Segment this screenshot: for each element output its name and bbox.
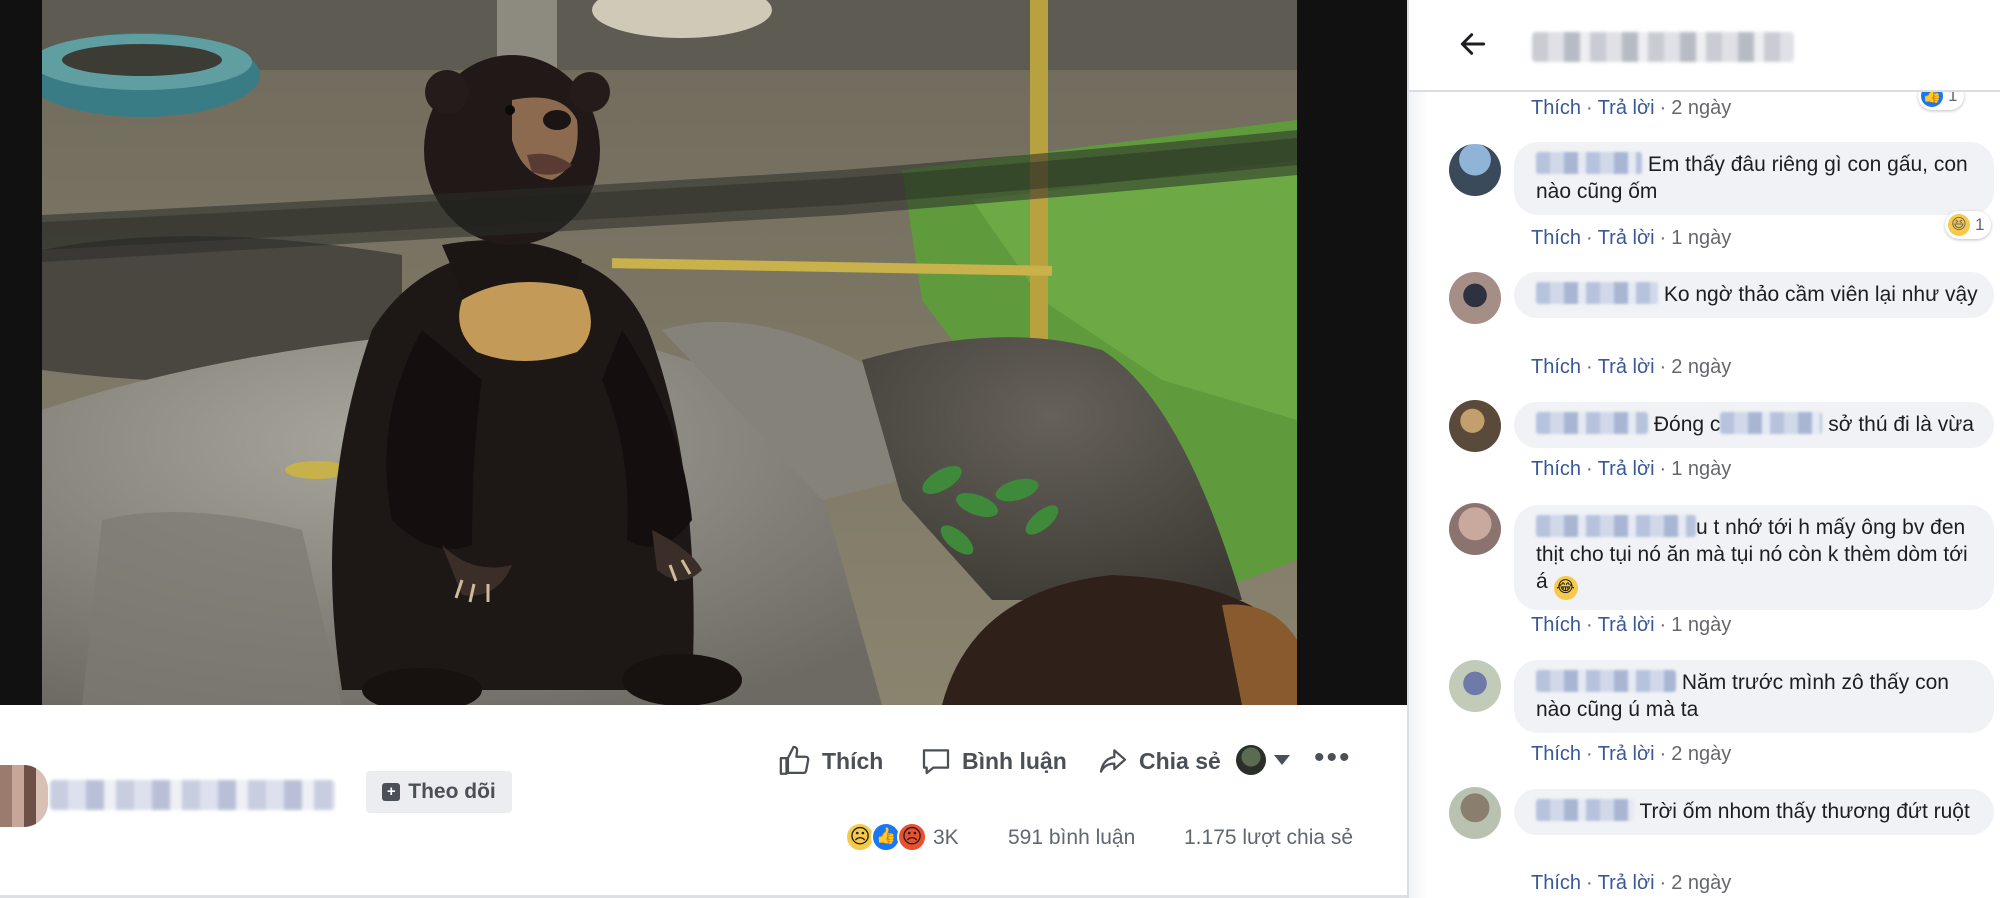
comment-reply-link[interactable]: Trả lời: [1598, 356, 1655, 378]
commenter-name[interactable]: [1536, 670, 1676, 692]
comment-actions: Thích · Trả lời · 2 ngày: [1531, 97, 1732, 119]
comment-bubble: Em thấy đâu riêng gì con gấu, con nào cũ…: [1514, 142, 1994, 215]
comment-reply-link[interactable]: Trả lời: [1598, 743, 1655, 765]
comment-like-link[interactable]: Thích: [1531, 743, 1581, 765]
commenter-avatar[interactable]: [1449, 787, 1501, 839]
panel-edge: [1409, 0, 1429, 898]
comment-actions: Thích · Trả lời · 2 ngày: [1531, 872, 1732, 894]
commenter-name[interactable]: [1536, 152, 1642, 174]
comment-bubble: u t nhớ tới h mấy ông bv đen thịt cho tụ…: [1514, 505, 1994, 610]
follow-label: Theo dõi: [408, 780, 496, 803]
like-label: Thích: [822, 747, 884, 774]
panel-header: [1409, 0, 2000, 92]
commenter-avatar[interactable]: [1449, 144, 1501, 196]
like-button[interactable]: Thích: [778, 740, 883, 782]
author-name[interactable]: [50, 780, 335, 810]
page-name[interactable]: [1532, 32, 1794, 62]
bear-enclosure-image: [42, 0, 1297, 705]
laughing-emoji-icon: 😂: [1553, 576, 1578, 600]
comment-text-start: Đóng c: [1653, 413, 1721, 436]
commenter-name[interactable]: [1536, 515, 1696, 537]
chevron-down-icon: [1274, 755, 1290, 765]
back-button[interactable]: [1457, 28, 1489, 65]
comment-like-link[interactable]: Thích: [1531, 356, 1581, 378]
thumbs-up-icon: [779, 745, 810, 775]
comment-reply-link[interactable]: Trả lời: [1598, 227, 1655, 249]
comment-reply-link[interactable]: Trả lời: [1598, 872, 1655, 894]
redacted-text: [1720, 412, 1823, 434]
audience-selector[interactable]: [1236, 745, 1290, 775]
comment-actions: Thích · Trả lời · 1 ngày: [1531, 458, 1732, 480]
commenter-name[interactable]: [1536, 412, 1648, 434]
share-button[interactable]: Chia sẻ: [1097, 740, 1221, 782]
comment-actions: Thích · Trả lời · 2 ngày: [1531, 743, 1732, 765]
commenter-avatar[interactable]: [1449, 400, 1501, 452]
page-avatar: [1236, 745, 1266, 775]
comment-reply-link[interactable]: Trả lời: [1598, 458, 1655, 480]
comment-like-link[interactable]: Thích: [1531, 614, 1581, 636]
comment-like-link[interactable]: Thích: [1531, 227, 1581, 249]
comment-actions: Thích · Trả lời · 2 ngày: [1531, 356, 1732, 378]
commenter-avatar[interactable]: [1449, 272, 1501, 324]
comment-bubble: Ko ngờ thảo cầm viên lại như vậy: [1514, 272, 1994, 318]
comment-time[interactable]: 1 ngày: [1671, 614, 1731, 636]
comment-reply-link[interactable]: Trả lời: [1598, 614, 1655, 636]
comment-time[interactable]: 2 ngày: [1671, 356, 1731, 378]
comment-bubble: Đóng c sở thú đi là vừa: [1514, 402, 1994, 448]
comment-bubble: Năm trước mình zô thấy con nào cũng ú mà…: [1514, 660, 1994, 733]
comment-time[interactable]: 1 ngày: [1671, 458, 1731, 480]
follow-button[interactable]: + Theo dõi: [366, 771, 512, 813]
angry-reaction-icon: ☹: [897, 822, 927, 852]
commenter-name[interactable]: [1536, 282, 1658, 304]
comment-label: Bình luận: [962, 747, 1067, 774]
reaction-icons[interactable]: ☹ 👍 ☹: [845, 822, 927, 852]
share-count[interactable]: 1.175 lượt chia sẻ: [1184, 826, 1353, 850]
comment-reaction[interactable]: 😆 1: [1945, 211, 1992, 239]
more-options-icon[interactable]: •••: [1314, 743, 1352, 773]
share-label: Chia sẻ: [1139, 747, 1221, 774]
comment-reply-link[interactable]: Trả lời: [1598, 97, 1655, 119]
share-icon: [1099, 749, 1127, 773]
comment-text: Trời ốm nhom thấy thương đứt ruột: [1639, 800, 1970, 823]
comment-actions: Thích · Trả lời · 1 ngày: [1531, 227, 1732, 249]
post-video[interactable]: [0, 0, 1407, 705]
follow-icon: +: [382, 783, 401, 801]
comment-reaction-count: 1: [1975, 215, 1985, 234]
comment-actions: Thích · Trả lời · 1 ngày: [1531, 614, 1732, 636]
comment-time[interactable]: 2 ngày: [1671, 97, 1731, 119]
arrow-left-icon: [1460, 33, 1486, 55]
comment-like-link[interactable]: Thích: [1531, 458, 1581, 480]
comment-like-link[interactable]: Thích: [1531, 97, 1581, 119]
comment-bubble: Trời ốm nhom thấy thương đứt ruột: [1514, 789, 1994, 835]
commenter-name[interactable]: [1536, 799, 1634, 821]
video-frame[interactable]: [42, 0, 1297, 705]
comment-like-link[interactable]: Thích: [1531, 872, 1581, 894]
comments-panel[interactable]: Thích · Trả lời · 2 ngày 👍 1 Em thấy đâu riê…: [1407, 0, 2000, 898]
comment-text-end: sở thú đi là vừa: [1828, 413, 1974, 436]
author-avatar[interactable]: [0, 765, 48, 827]
comment-text: Ko ngờ thảo cầm viên lại như vậy: [1663, 283, 1978, 306]
commenter-avatar[interactable]: [1449, 660, 1501, 712]
comment-time[interactable]: 1 ngày: [1671, 227, 1731, 249]
comment-button[interactable]: Bình luận: [920, 740, 1067, 782]
comment-time[interactable]: 2 ngày: [1671, 743, 1731, 765]
commenter-avatar[interactable]: [1449, 503, 1501, 555]
comment-count[interactable]: 591 bình luận: [1008, 826, 1135, 850]
reaction-count[interactable]: 3K: [933, 826, 959, 850]
haha-reaction-icon: 😆: [1948, 214, 1970, 236]
comment-time[interactable]: 2 ngày: [1671, 872, 1731, 894]
comment-text-start: u t nhớ tới h mấy ông bv: [1696, 516, 1925, 539]
comment-icon: [922, 749, 950, 775]
